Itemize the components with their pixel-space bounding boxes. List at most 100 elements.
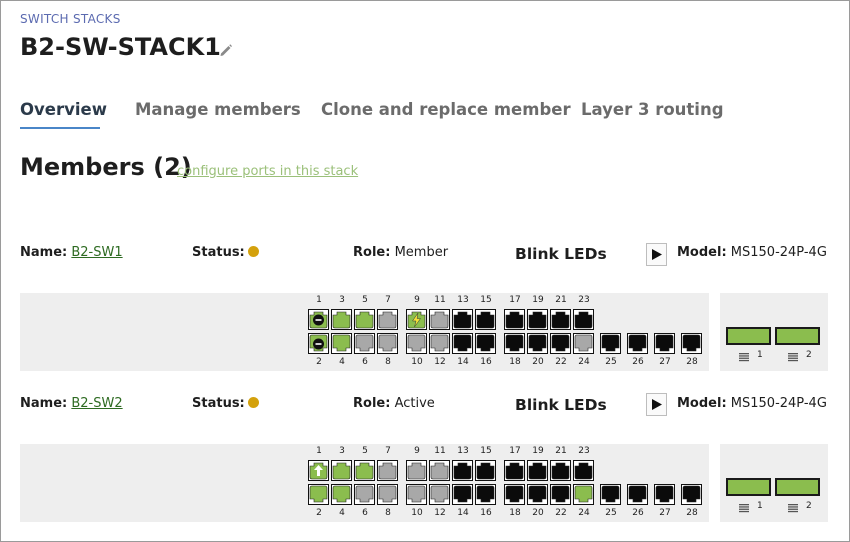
switch-port-8[interactable] <box>377 333 398 354</box>
switch-port-28[interactable] <box>681 333 702 354</box>
switch-port-14[interactable] <box>452 333 473 354</box>
port-number-label: 22 <box>555 357 567 367</box>
port-number-label: 7 <box>385 446 391 456</box>
switch-port-5[interactable] <box>354 460 375 481</box>
sfp-module-icon <box>788 504 798 513</box>
switch-port-10[interactable] <box>406 333 427 354</box>
model-label: Model: <box>677 245 727 260</box>
switch-port-24[interactable] <box>573 484 594 505</box>
port-number-label: 10 <box>411 508 423 518</box>
switch-port-14[interactable] <box>452 484 473 505</box>
model-label: Model: <box>677 396 727 411</box>
configure-ports-link[interactable]: configure ports in this stack <box>177 164 358 179</box>
port-number-label: 21 <box>555 295 567 305</box>
switch-port-27[interactable] <box>654 484 675 505</box>
port-number-label: 24 <box>578 508 590 518</box>
switch-port-16[interactable] <box>475 333 496 354</box>
switch-port-7[interactable] <box>377 309 398 330</box>
uplink-port-2[interactable] <box>775 478 820 496</box>
switch-port-24[interactable] <box>573 333 594 354</box>
switch-port-19[interactable] <box>527 460 548 481</box>
model-value: MS150-24P-4G <box>730 396 827 411</box>
port-number-label: 26 <box>632 357 644 367</box>
tab-manage-members[interactable]: Manage members <box>135 100 301 119</box>
switch-port-12[interactable] <box>429 484 450 505</box>
switch-port-9[interactable] <box>406 309 427 330</box>
members-heading: Members (2) <box>20 153 192 181</box>
play-icon <box>652 249 662 260</box>
switch-port-22[interactable] <box>550 333 571 354</box>
play-icon <box>652 399 662 410</box>
edit-pencil-icon[interactable] <box>219 43 233 57</box>
breadcrumb[interactable]: SWITCH STACKS <box>20 12 121 26</box>
member-status-field: Status: <box>192 245 259 260</box>
switch-port-15[interactable] <box>475 309 496 330</box>
switch-port-2[interactable] <box>308 333 329 354</box>
switch-port-26[interactable] <box>627 484 648 505</box>
switch-port-9[interactable] <box>406 460 427 481</box>
port-number-label: 22 <box>555 508 567 518</box>
switch-port-17[interactable] <box>504 309 525 330</box>
switch-port-21[interactable] <box>550 460 571 481</box>
switch-port-4[interactable] <box>331 333 352 354</box>
switch-port-7[interactable] <box>377 460 398 481</box>
page-title: B2-SW-STACK1 <box>20 33 221 61</box>
tab-layer-3-routing[interactable]: Layer 3 routing <box>581 100 724 119</box>
switch-port-13[interactable] <box>452 460 473 481</box>
switch-port-11[interactable] <box>429 460 450 481</box>
switch-port-12[interactable] <box>429 333 450 354</box>
status-label: Status: <box>192 396 245 411</box>
blink-leds-button[interactable] <box>646 243 667 266</box>
switch-port-1[interactable] <box>308 309 329 330</box>
member-name-link[interactable]: B2-SW2 <box>71 396 122 411</box>
switch-port-23[interactable] <box>573 309 594 330</box>
tab-overview[interactable]: Overview <box>20 100 107 119</box>
switch-port-3[interactable] <box>331 309 352 330</box>
switch-port-28[interactable] <box>681 484 702 505</box>
member-role-field: Role: Active <box>353 396 435 411</box>
switch-port-6[interactable] <box>354 333 375 354</box>
switch-port-25[interactable] <box>600 333 621 354</box>
switch-port-25[interactable] <box>600 484 621 505</box>
switch-port-5[interactable] <box>354 309 375 330</box>
port-number-label: 13 <box>457 446 469 456</box>
switch-port-3[interactable] <box>331 460 352 481</box>
switch-port-8[interactable] <box>377 484 398 505</box>
port-number-label: 9 <box>414 295 420 305</box>
switch-port-17[interactable] <box>504 460 525 481</box>
switch-port-1[interactable] <box>308 460 329 481</box>
port-number-label: 2 <box>316 357 322 367</box>
switch-port-10[interactable] <box>406 484 427 505</box>
tab-clone-and-replace-member[interactable]: Clone and replace member <box>321 100 571 119</box>
port-number-label: 28 <box>686 357 698 367</box>
uplink-port-1[interactable] <box>726 327 771 345</box>
uplink-port-2[interactable] <box>775 327 820 345</box>
switch-port-18[interactable] <box>504 333 525 354</box>
switch-port-20[interactable] <box>527 484 548 505</box>
switch-port-26[interactable] <box>627 333 648 354</box>
switch-port-11[interactable] <box>429 309 450 330</box>
switch-port-13[interactable] <box>452 309 473 330</box>
status-dot-icon <box>247 246 259 257</box>
port-number-label: 27 <box>659 357 671 367</box>
port-number-label: 5 <box>362 295 368 305</box>
sfp-module-icon <box>788 353 798 362</box>
port-number-label: 1 <box>316 446 322 456</box>
blink-leds-button[interactable] <box>646 393 667 416</box>
switch-port-2[interactable] <box>308 484 329 505</box>
switch-port-4[interactable] <box>331 484 352 505</box>
switch-port-20[interactable] <box>527 333 548 354</box>
switch-port-21[interactable] <box>550 309 571 330</box>
switch-port-16[interactable] <box>475 484 496 505</box>
switch-port-6[interactable] <box>354 484 375 505</box>
uplink-port-1[interactable] <box>726 478 771 496</box>
switch-port-15[interactable] <box>475 460 496 481</box>
port-number-label: 23 <box>578 446 590 456</box>
switch-port-27[interactable] <box>654 333 675 354</box>
switch-port-19[interactable] <box>527 309 548 330</box>
switch-port-18[interactable] <box>504 484 525 505</box>
member-name-link[interactable]: B2-SW1 <box>71 245 122 260</box>
port-number-label: 10 <box>411 357 423 367</box>
switch-port-22[interactable] <box>550 484 571 505</box>
switch-port-23[interactable] <box>573 460 594 481</box>
